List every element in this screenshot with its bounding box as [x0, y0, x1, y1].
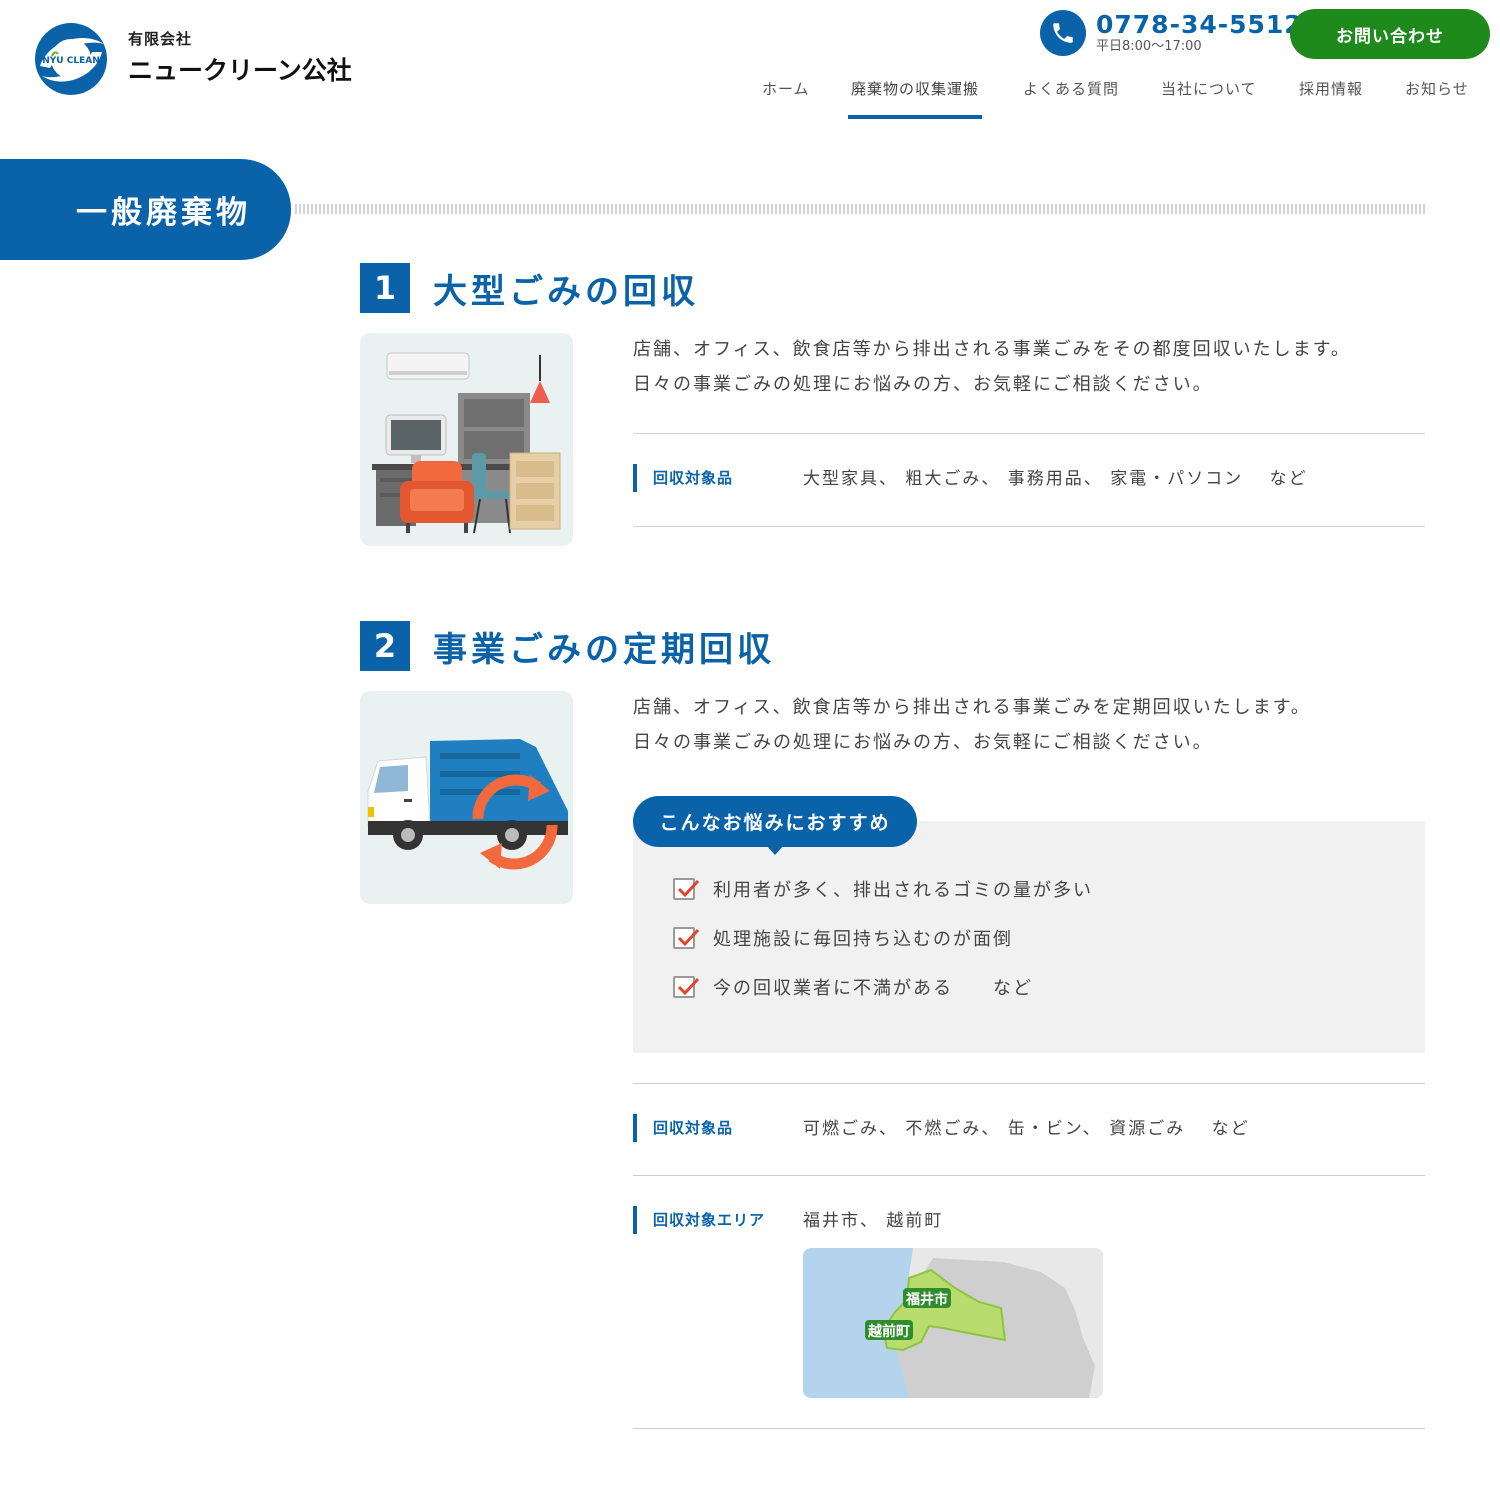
description-line: 日々の事業ごみの処理にお悩みの方、お気軽にご相談ください。	[633, 374, 1213, 395]
phone-number[interactable]: 0778-34-5512	[1096, 11, 1303, 39]
divider	[633, 1083, 1425, 1084]
phone-contact[interactable]: 0778-34-5512 平日8:00～17:00	[1040, 10, 1303, 56]
nav-item-faq[interactable]: よくある質問	[1023, 78, 1119, 120]
recommend-title: こんなお悩みにおすすめ	[633, 796, 917, 855]
spec-label-items: 回収対象品	[633, 464, 733, 492]
item-number-badge: 1	[360, 263, 410, 313]
nav-item-about[interactable]: 当社について	[1161, 78, 1257, 120]
checkbox-icon	[673, 927, 700, 949]
item-1-title: 1 大型ごみの回収	[360, 263, 699, 313]
section-divider	[295, 204, 1425, 214]
checkbox-icon	[673, 976, 700, 998]
recommend-text: 処理施設に毎回持ち込むのが面倒	[713, 929, 1013, 950]
section-title: 一般廃棄物	[76, 195, 251, 231]
nav-item-news[interactable]: お知らせ	[1405, 78, 1469, 120]
item-number-badge: 2	[360, 621, 410, 671]
spec-label-area: 回収対象エリア	[633, 1206, 765, 1234]
item-heading: 大型ごみの回収	[433, 271, 699, 312]
map-label-echizen: 越前町	[867, 1323, 910, 1340]
divider	[633, 526, 1425, 527]
item-heading: 事業ごみの定期回収	[433, 629, 775, 670]
spec-value-items: 可燃ごみ、 不燃ごみ、 缶・ビン、 資源ごみ など	[803, 1119, 1250, 1139]
recommend-text: 利用者が多く、排出されるゴミの量が多い	[713, 880, 1093, 901]
furniture-illustration	[360, 333, 573, 546]
divider	[633, 1175, 1425, 1176]
description-line: 日々の事業ごみの処理にお悩みの方、お気軽にご相談ください。	[633, 732, 1213, 753]
garbage-truck-illustration	[360, 691, 573, 904]
description-line: 店舗、オフィス、飲食店等から排出される事業ごみをその都度回収いたします。	[633, 339, 1351, 360]
service-area-map: 福井市 越前町	[803, 1248, 1103, 1398]
recommend-item: 今の回収業者に不満がある など	[673, 974, 1033, 1000]
divider	[633, 1428, 1425, 1429]
recommend-item: 利用者が多く、排出されるゴミの量が多い	[673, 876, 1093, 902]
nav-item-home[interactable]: ホーム	[762, 78, 810, 120]
divider	[633, 433, 1425, 434]
item-2-title: 2 事業ごみの定期回収	[360, 621, 775, 671]
logo-company-type: 有限会社	[128, 29, 193, 48]
section-heading: 一般廃棄物	[0, 159, 291, 260]
nav-item-waste-collection[interactable]: 廃棄物の収集運搬	[847, 78, 983, 120]
checkbox-icon	[673, 878, 700, 900]
spec-label-items: 回収対象品	[633, 1114, 733, 1142]
phone-icon	[1040, 10, 1086, 56]
spec-value-items: 大型家具、 粗大ごみ、 事務用品、 家電・パソコン など	[803, 469, 1308, 489]
item-2-description: 店舗、オフィス、飲食店等から排出される事業ごみを定期回収いたします。 日々の事業…	[633, 690, 1311, 760]
map-label-fukui: 福井市	[905, 1291, 948, 1308]
logo-mark-text: NYU CLEAN	[42, 56, 99, 66]
item-1-description: 店舗、オフィス、飲食店等から排出される事業ごみをその都度回収いたします。 日々の…	[633, 332, 1351, 402]
nav-item-recruit[interactable]: 採用情報	[1299, 78, 1363, 120]
spec-value-area: 福井市、 越前町	[803, 1211, 944, 1231]
business-hours: 平日8:00～17:00	[1096, 39, 1202, 54]
description-line: 店舗、オフィス、飲食店等から排出される事業ごみを定期回収いたします。	[633, 697, 1311, 718]
recommend-text: 今の回収業者に不満がある など	[713, 978, 1033, 999]
global-nav: ホーム 廃棄物の収集運搬 よくある質問 当社について 採用情報 お知らせ	[0, 78, 1500, 122]
recommend-item: 処理施設に毎回持ち込むのが面倒	[673, 925, 1013, 951]
contact-button[interactable]: お問い合わせ	[1290, 9, 1490, 59]
